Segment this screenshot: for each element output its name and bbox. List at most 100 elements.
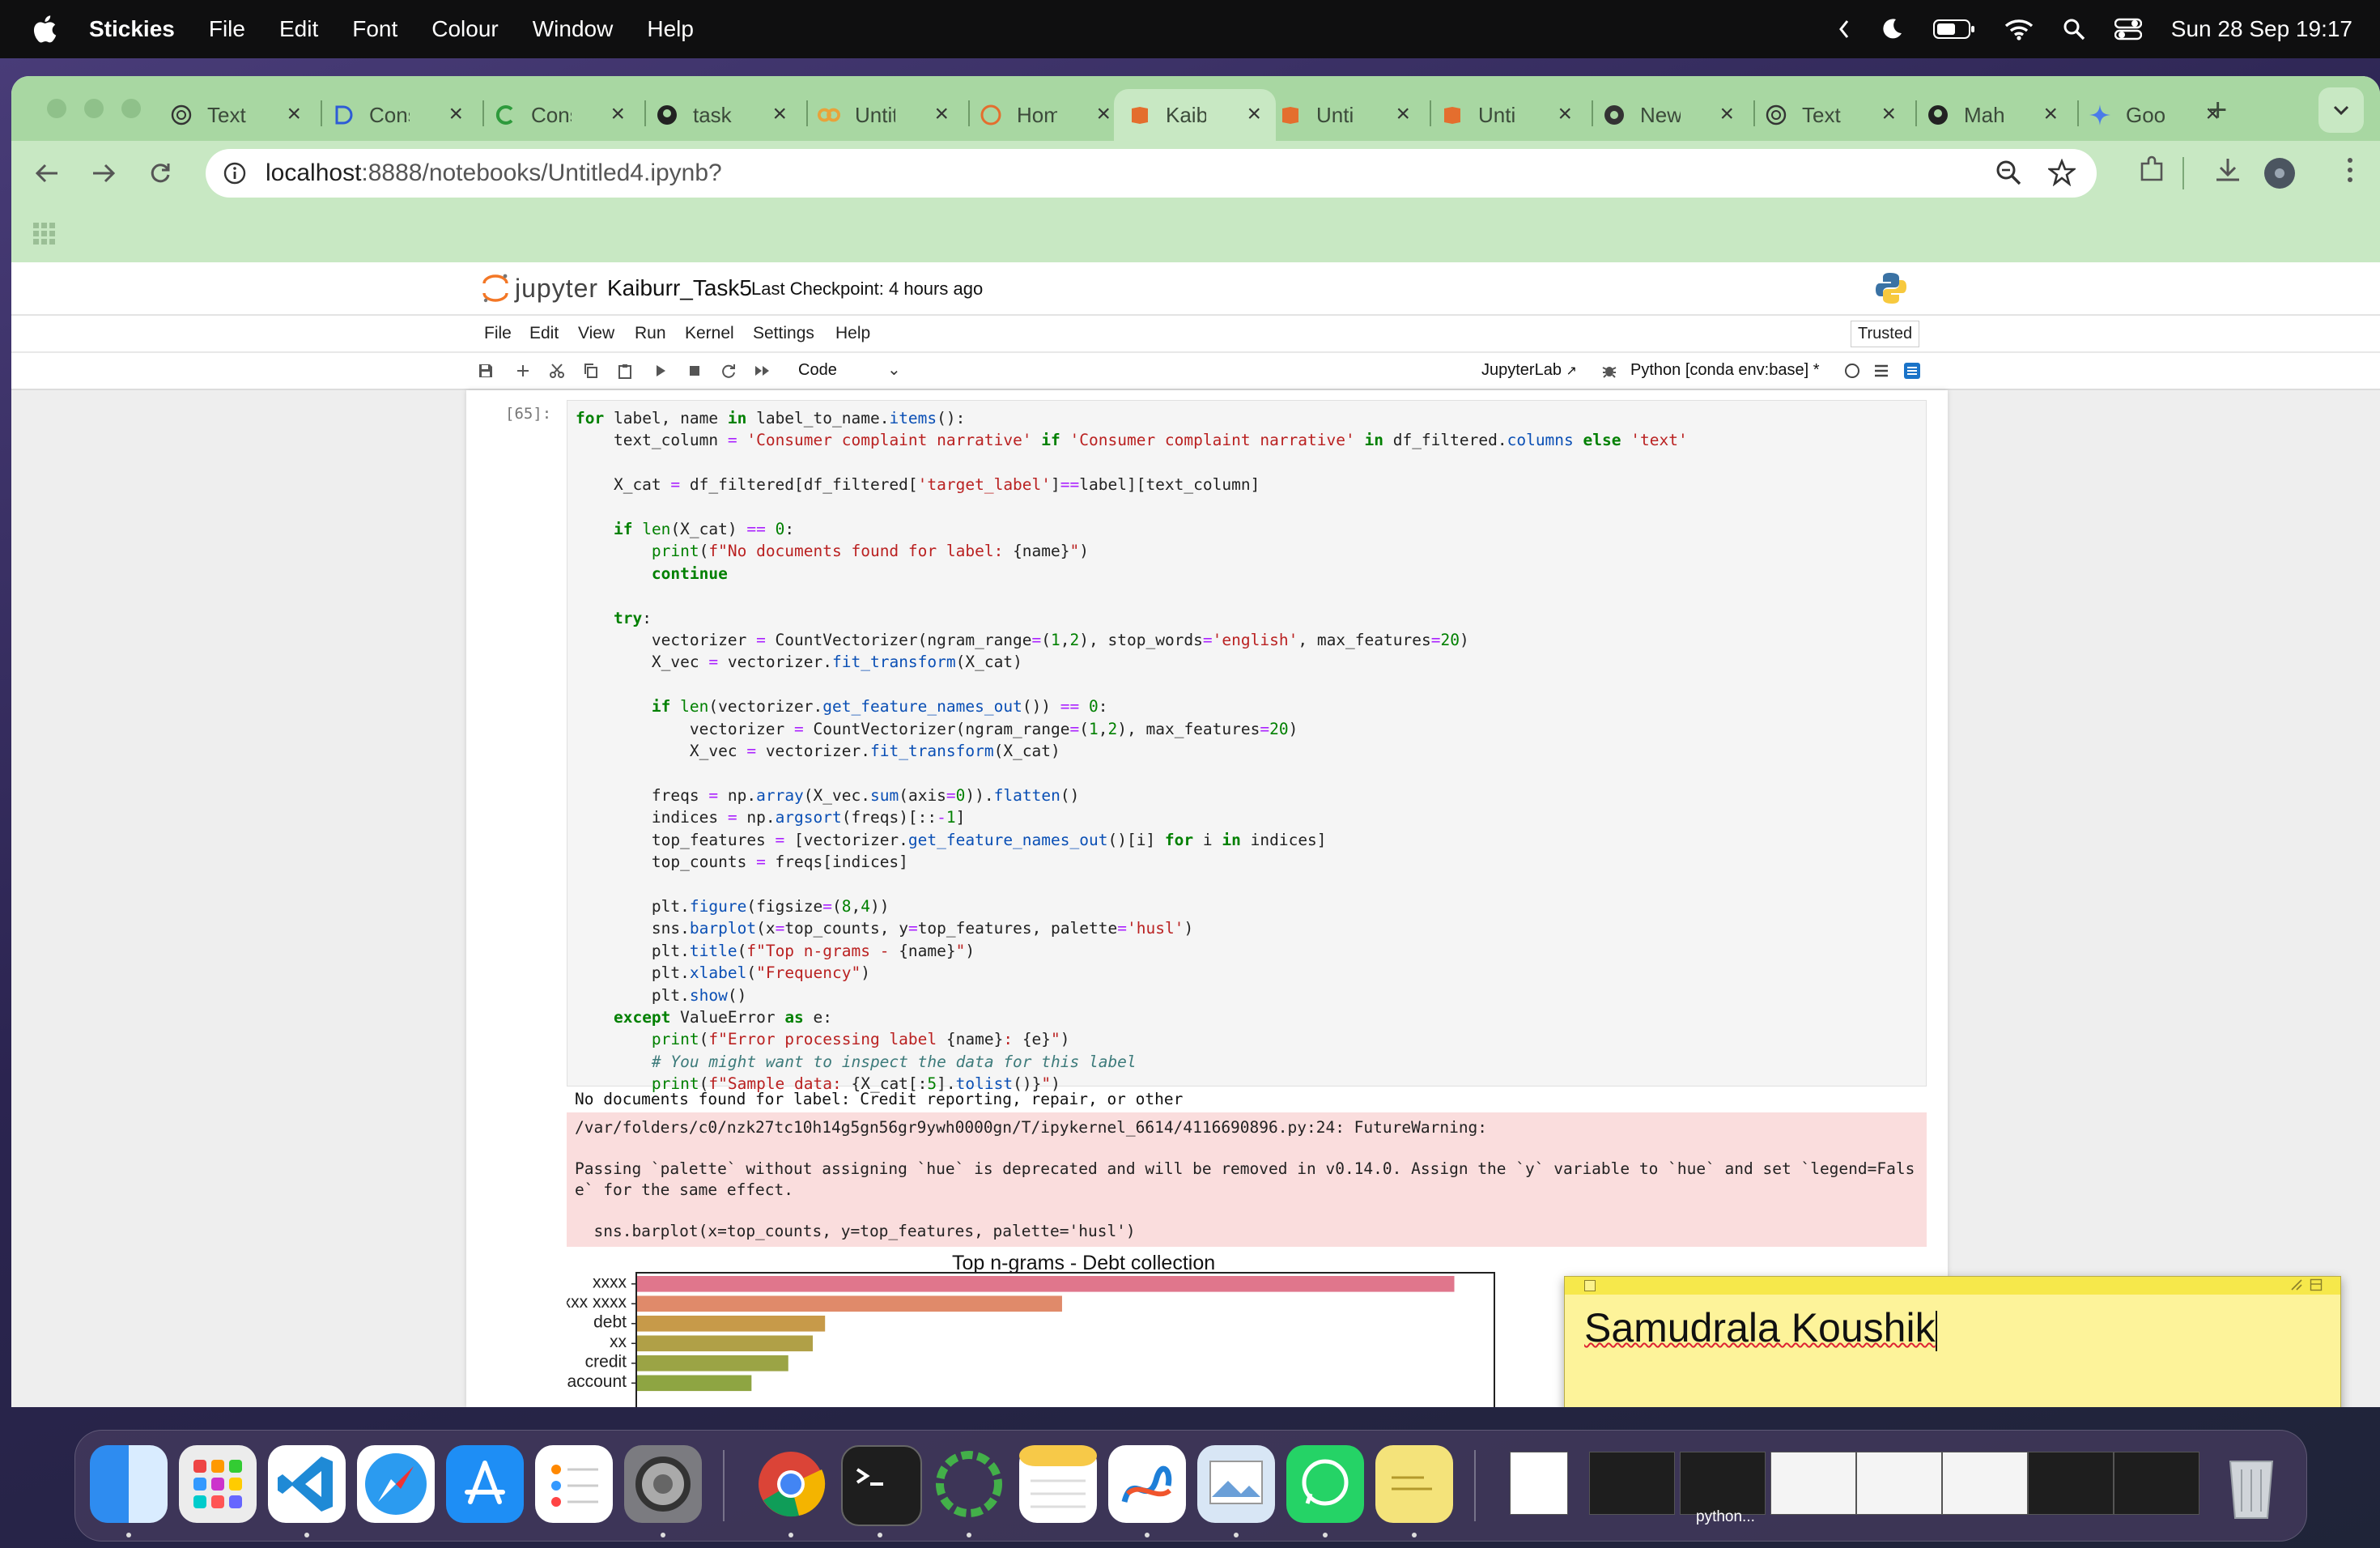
- browser-tab[interactable]: Text ×: [170, 89, 316, 141]
- minimized-window-thumbnail[interactable]: [2114, 1452, 2199, 1515]
- jmenu-settings[interactable]: Settings: [753, 324, 814, 343]
- close-window-button[interactable]: [47, 99, 66, 118]
- cut-icon[interactable]: [547, 361, 567, 381]
- debugger-bug-icon[interactable]: [1600, 361, 1619, 381]
- browser-tab[interactable]: Unti ×: [1279, 89, 1425, 141]
- minimized-window-thumbnail[interactable]: [1942, 1452, 2028, 1515]
- menu-file[interactable]: File: [209, 16, 245, 42]
- profile-avatar[interactable]: [2263, 157, 2296, 194]
- chrome-icon[interactable]: [752, 1445, 830, 1523]
- bookmark-star-icon[interactable]: [2048, 159, 2076, 186]
- app-store-icon[interactable]: [446, 1445, 524, 1523]
- minimized-window-thumbnail[interactable]: [2028, 1452, 2114, 1515]
- list-icon[interactable]: [1872, 361, 1891, 381]
- code-cell-editor[interactable]: for label, name in label_to_name.items()…: [567, 400, 1927, 1093]
- notes-icon[interactable]: [1019, 1445, 1097, 1523]
- menubar-clock[interactable]: Sun 28 Sep 19:17: [2171, 16, 2352, 42]
- close-tab-icon[interactable]: ×: [772, 100, 787, 128]
- copy-icon[interactable]: [581, 361, 601, 381]
- preview-icon[interactable]: [1197, 1445, 1275, 1523]
- browser-tab[interactable]: Unti ×: [1441, 89, 1587, 141]
- chevron-left-icon[interactable]: [1838, 19, 1851, 40]
- restart-icon[interactable]: [719, 361, 738, 381]
- close-tab-icon[interactable]: ×: [2043, 100, 2058, 128]
- jmenu-edit[interactable]: Edit: [529, 324, 559, 343]
- document-thumbnail[interactable]: [1510, 1452, 1568, 1515]
- safari-icon[interactable]: [357, 1445, 435, 1523]
- close-tab-icon[interactable]: ×: [1719, 100, 1734, 128]
- browser-tab[interactable]: Cons ×: [494, 89, 640, 141]
- apple-menu-icon[interactable]: [32, 15, 57, 43]
- menu-edit[interactable]: Edit: [279, 16, 318, 42]
- sticky-titlebar[interactable]: [1565, 1277, 2340, 1295]
- browser-tab[interactable]: Hom ×: [980, 89, 1125, 141]
- reminders-icon[interactable]: [535, 1445, 613, 1523]
- downloads-button[interactable]: [2213, 155, 2242, 189]
- whatsapp-icon[interactable]: [1286, 1445, 1364, 1523]
- menu-help[interactable]: Help: [647, 16, 694, 42]
- chevron-down-icon[interactable]: ⌄: [887, 359, 901, 380]
- sticky-note[interactable]: Samudrala Koushik: [1564, 1276, 2341, 1407]
- finder-icon[interactable]: [90, 1445, 168, 1523]
- collapse-icon[interactable]: [2310, 1278, 2323, 1291]
- minimized-python-window-thumbnail[interactable]: [1680, 1452, 1766, 1515]
- add-cell-icon[interactable]: [513, 361, 533, 381]
- menu-colour[interactable]: Colour: [431, 16, 498, 42]
- jmenu-help[interactable]: Help: [835, 324, 870, 343]
- browser-tab[interactable]: Mah ×: [1927, 89, 2072, 141]
- apps-grid-icon[interactable]: [32, 222, 57, 246]
- run-icon[interactable]: [651, 361, 670, 381]
- minimize-window-button[interactable]: [84, 99, 104, 118]
- stop-icon[interactable]: [685, 361, 704, 381]
- browser-tab[interactable]: task ×: [656, 89, 801, 141]
- close-tab-icon[interactable]: ×: [448, 100, 463, 128]
- freeform-icon[interactable]: [1108, 1445, 1186, 1523]
- browser-tab-active[interactable]: Kaib ×: [1114, 89, 1276, 141]
- wifi-icon[interactable]: [2004, 18, 2034, 40]
- browser-tab[interactable]: Cons ×: [332, 89, 478, 141]
- kernel-name[interactable]: Python [conda env:base] *: [1630, 361, 1820, 380]
- browser-menu-button[interactable]: [2346, 155, 2354, 189]
- browser-tab[interactable]: New ×: [1603, 89, 1749, 141]
- close-tab-icon[interactable]: ×: [287, 100, 301, 128]
- control-center-icon[interactable]: [2114, 18, 2142, 40]
- jmenu-kernel[interactable]: Kernel: [685, 324, 734, 343]
- zoom-window-button[interactable]: [121, 99, 141, 118]
- app-menu-stickies[interactable]: Stickies: [89, 16, 175, 42]
- browser-tab[interactable]: Text ×: [1765, 89, 1910, 141]
- cell-type-select[interactable]: Code: [798, 361, 837, 380]
- sticky-close-button[interactable]: [1584, 1280, 1596, 1291]
- save-icon[interactable]: [476, 361, 495, 381]
- zoom-icon[interactable]: [1995, 159, 2022, 186]
- focus-moon-icon[interactable]: [1880, 17, 1904, 41]
- close-tab-icon[interactable]: ×: [610, 100, 625, 128]
- browser-tab[interactable]: Untit ×: [818, 89, 963, 141]
- url-text[interactable]: localhost:8888/notebooks/Untitled4.ipynb…: [266, 159, 722, 187]
- anaconda-navigator-icon[interactable]: [930, 1445, 1008, 1523]
- site-info-icon[interactable]: [223, 162, 246, 185]
- menu-font[interactable]: Font: [352, 16, 397, 42]
- stickies-icon[interactable]: [1375, 1445, 1453, 1523]
- jmenu-file[interactable]: File: [484, 324, 512, 343]
- vscode-icon[interactable]: [268, 1445, 346, 1523]
- close-tab-icon[interactable]: ×: [1096, 100, 1111, 128]
- trusted-indicator[interactable]: Trusted: [1851, 321, 1920, 347]
- close-tab-icon[interactable]: ×: [1881, 100, 1896, 128]
- terminal-icon[interactable]: [841, 1445, 922, 1526]
- jupyter-logo[interactable]: jupyter: [481, 272, 598, 304]
- address-bar[interactable]: localhost:8888/notebooks/Untitled4.ipynb…: [206, 149, 2097, 198]
- close-tab-icon[interactable]: ×: [934, 100, 949, 128]
- minimized-window-thumbnail[interactable]: [1856, 1452, 1942, 1515]
- sticky-text[interactable]: Samudrala Koushik: [1584, 1304, 1937, 1351]
- reload-button[interactable]: [144, 157, 176, 189]
- minimized-window-thumbnail[interactable]: [1770, 1452, 1856, 1515]
- notebook-view-icon[interactable]: [1902, 361, 1922, 381]
- close-tab-icon[interactable]: ×: [1558, 100, 1572, 128]
- new-tab-button[interactable]: +: [2208, 92, 2227, 129]
- trash-icon[interactable]: [2212, 1445, 2290, 1523]
- spotlight-search-icon[interactable]: [2063, 18, 2085, 40]
- jmenu-view[interactable]: View: [578, 324, 614, 343]
- close-tab-icon[interactable]: ×: [1396, 100, 1410, 128]
- minimized-window-thumbnail[interactable]: [1589, 1452, 1675, 1515]
- tab-search-button[interactable]: [2318, 87, 2364, 133]
